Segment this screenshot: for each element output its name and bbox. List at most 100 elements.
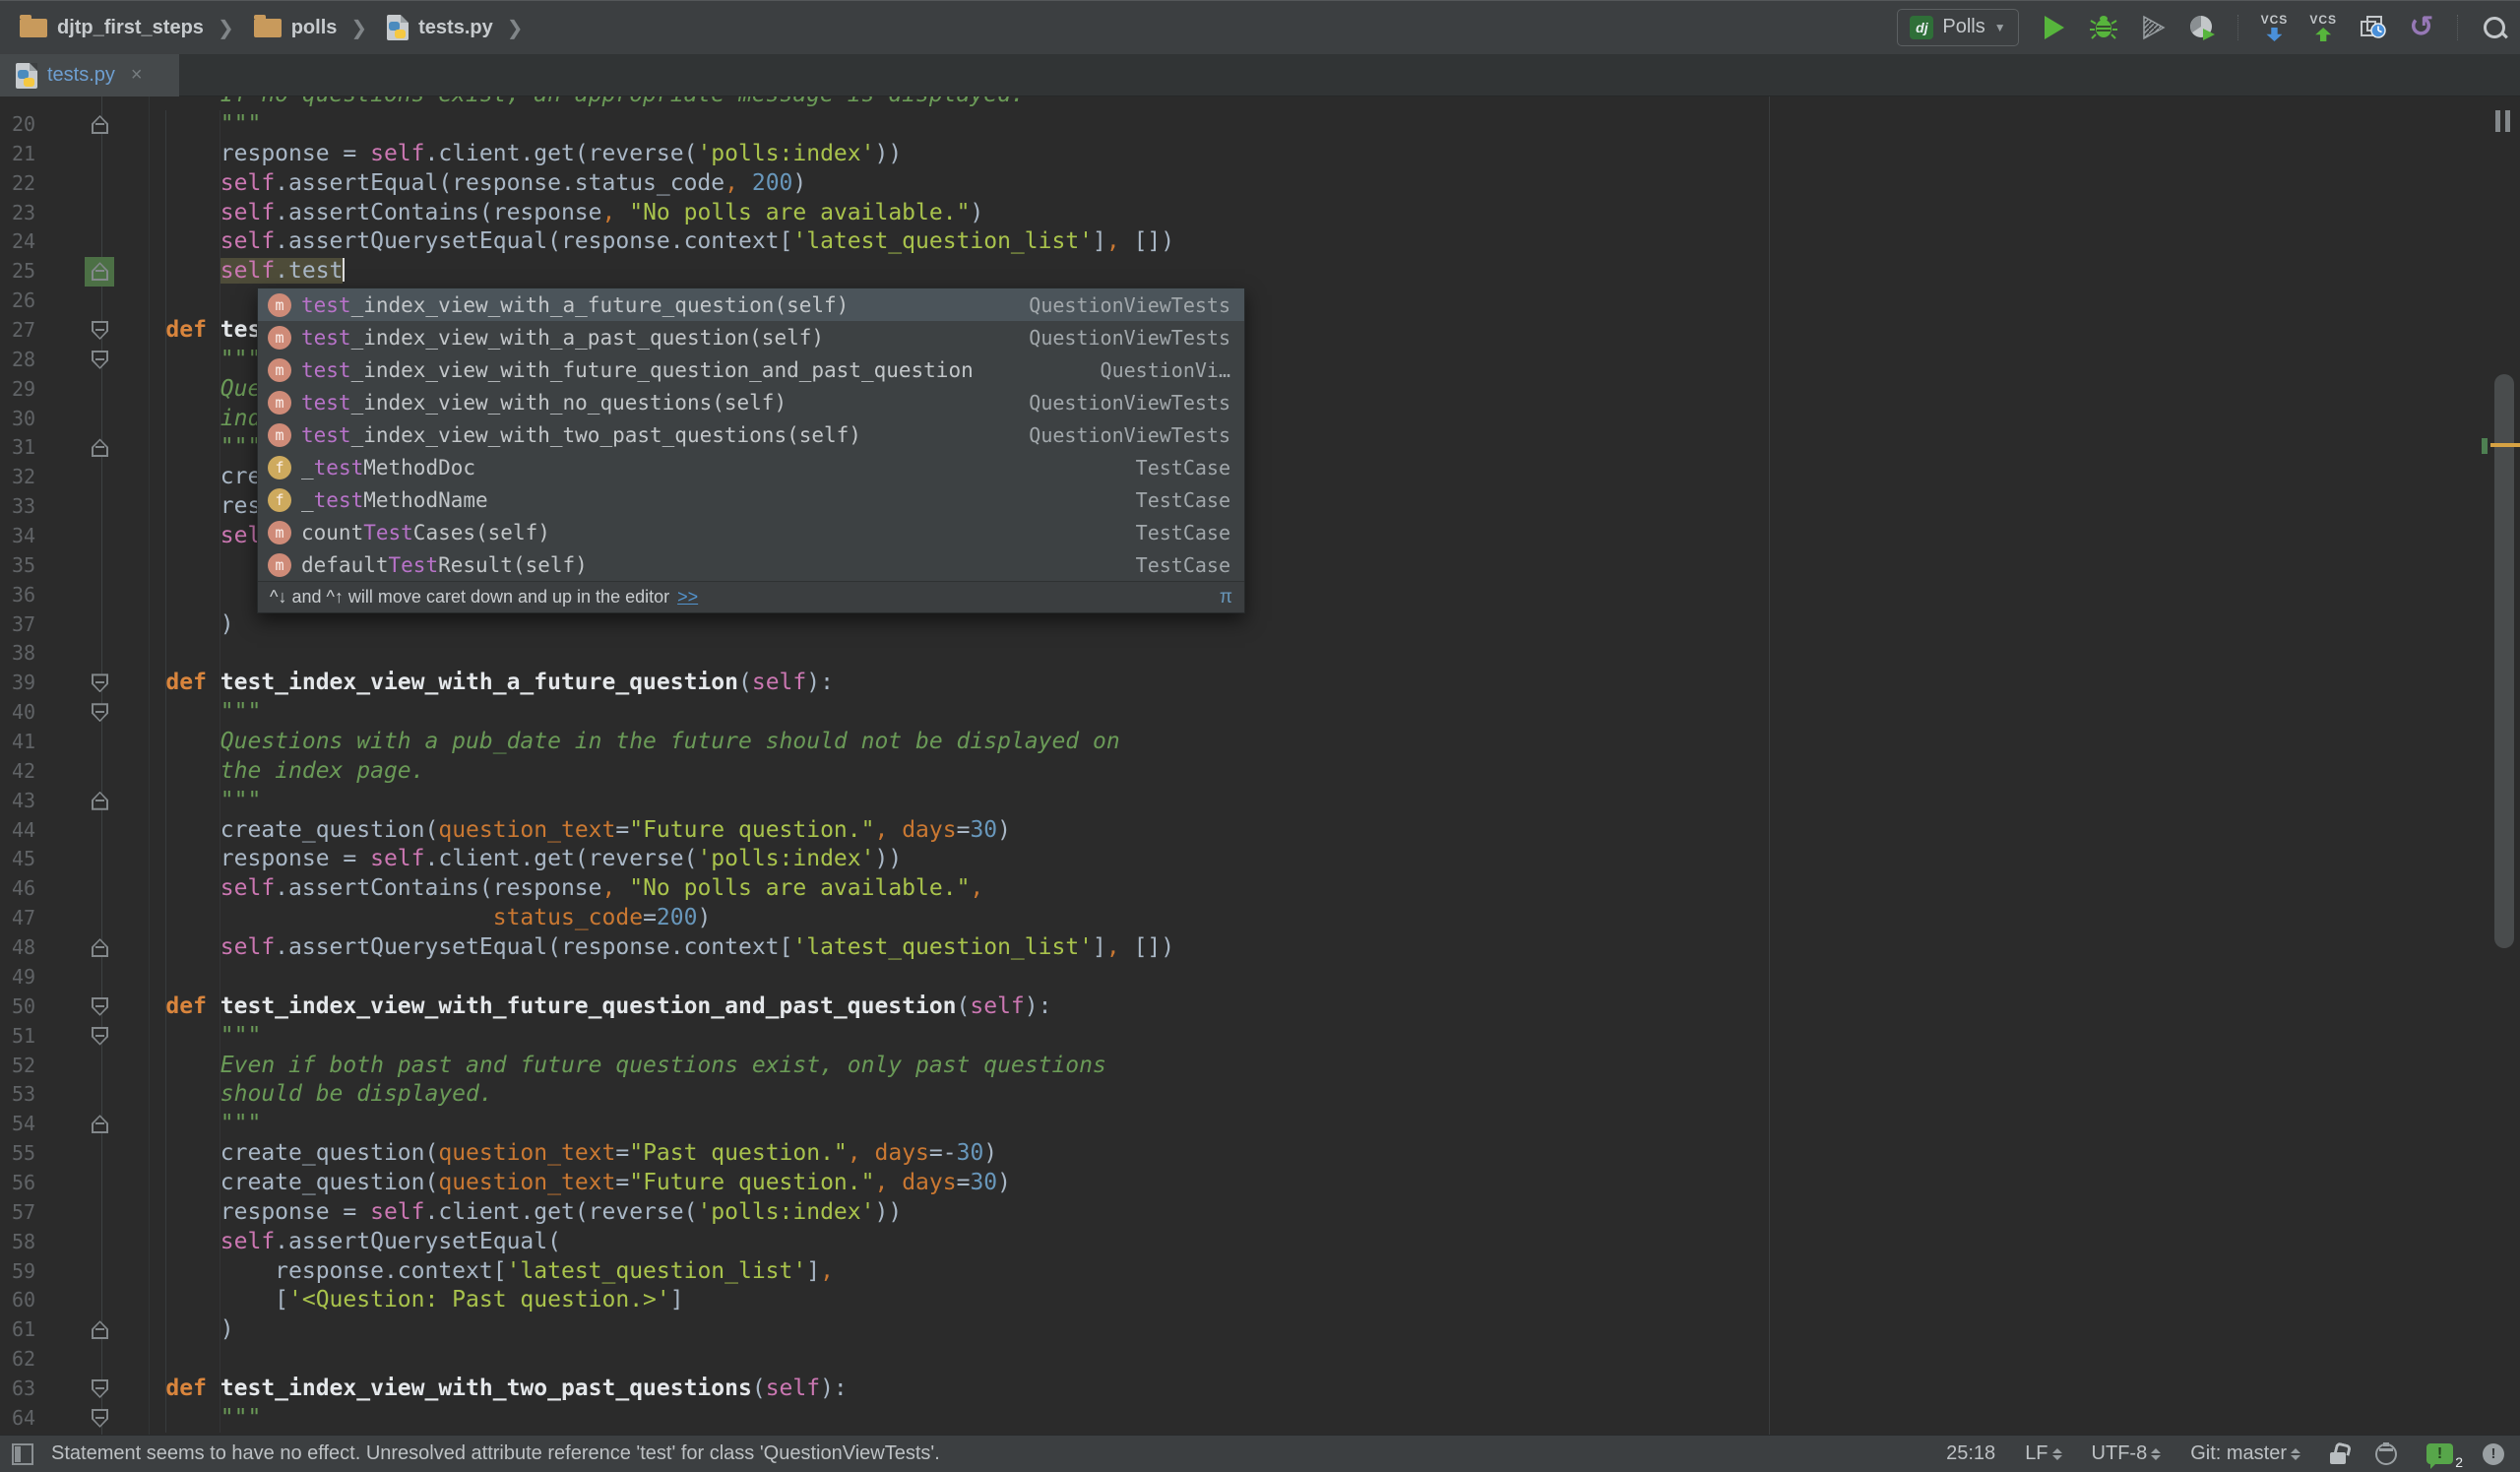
line-number[interactable]: 41 [12,728,35,757]
code-line[interactable]: 46 self.assertContains(response, "No pol… [0,874,2520,904]
code-line[interactable]: 23 self.assertContains(response, "No pol… [0,199,2520,228]
code-line[interactable]: 57 response = self.client.get(reverse('p… [0,1198,2520,1228]
profiler-button[interactable] [2188,14,2216,41]
completion-item[interactable]: m test_index_view_with_a_future_question(… [258,288,1244,321]
line-number[interactable]: 60 [12,1286,35,1315]
code-line[interactable]: 64 """ [0,1404,2520,1434]
code-line[interactable]: 49 [0,963,2520,992]
completion-item[interactable]: m countTestCases(self) TestCase [258,516,1244,548]
code-line[interactable]: 58 self.assertQuerysetEqual( [0,1228,2520,1257]
fold-start-icon[interactable] [92,703,108,723]
line-number[interactable]: 64 [12,1404,35,1434]
highlighting-level-icon[interactable] [2375,1441,2397,1465]
fold-end-icon[interactable] [92,938,108,958]
line-number[interactable]: 22 [12,169,35,199]
breadcrumb-item-project[interactable]: djtp_first_steps ❯ [20,14,234,40]
line-number[interactable]: 43 [12,787,35,816]
line-number[interactable]: 27 [12,316,35,346]
fold-start-icon[interactable] [92,321,108,341]
fold-end-icon[interactable] [92,438,108,458]
line-number[interactable]: 32 [12,463,35,492]
line-number[interactable]: 57 [12,1198,35,1228]
fold-end-icon[interactable] [92,262,108,282]
code-line[interactable]: 22 self.assertEqual(response.status_code… [0,169,2520,199]
line-number[interactable]: 30 [12,405,35,434]
line-number[interactable]: 62 [12,1345,35,1375]
code-line[interactable]: 60 ['<Question: Past question.>'] [0,1286,2520,1315]
readonly-lock-icon[interactable] [2330,1451,2346,1464]
code-line[interactable]: 61 ) [0,1315,2520,1345]
code-line[interactable]: 37 ) [0,610,2520,640]
line-number[interactable]: 31 [12,433,35,463]
encoding-widget[interactable]: UTF-8 [2092,1442,2162,1465]
code-line[interactable]: 54 """ [0,1110,2520,1139]
code-line[interactable]: 42 the index page. [0,757,2520,787]
code-line[interactable]: 50 def test_index_view_with_future_quest… [0,992,2520,1022]
code-editor[interactable]: If no questions exist, an appropriate me… [0,96,2520,1435]
tool-window-toggle-icon[interactable] [12,1442,33,1465]
line-number[interactable]: 28 [12,346,35,375]
line-number[interactable]: 63 [12,1375,35,1404]
line-separator-widget[interactable]: LF [2025,1442,2062,1465]
line-number[interactable]: 26 [12,287,35,316]
code-line[interactable]: 51 """ [0,1022,2520,1052]
line-number[interactable]: 48 [12,933,35,963]
code-line[interactable]: 44 create_question(question_text="Future… [0,816,2520,846]
close-icon[interactable]: × [131,64,143,87]
line-number[interactable]: 34 [12,522,35,551]
debug-button[interactable] [2089,14,2117,41]
line-number[interactable]: 45 [12,845,35,874]
tab-tests-py[interactable]: tests.py × [0,54,179,96]
vcs-commit-button[interactable]: VCS [2309,13,2337,41]
git-branch-widget[interactable]: Git: master [2190,1442,2300,1465]
fold-start-icon[interactable] [92,1378,108,1398]
line-number[interactable]: 33 [12,492,35,522]
line-number[interactable]: 20 [12,110,35,140]
line-number[interactable]: 47 [12,904,35,933]
line-number[interactable]: 56 [12,1169,35,1198]
line-number[interactable]: 46 [12,874,35,904]
caret-position-widget[interactable]: 25:18 [1946,1442,1995,1465]
completion-item[interactable]: m test_index_view_with_two_past_questions… [258,418,1244,451]
code-line[interactable]: 48 self.assertQuerysetEqual(response.con… [0,933,2520,963]
line-number[interactable]: 44 [12,816,35,846]
line-number[interactable]: 24 [12,227,35,257]
fold-end-icon[interactable] [92,115,108,134]
line-number[interactable]: 49 [12,963,35,992]
line-number[interactable]: 52 [12,1052,35,1081]
scrollbar-thumb[interactable] [2494,374,2514,948]
fold-end-icon[interactable] [92,1115,108,1134]
line-number[interactable]: 58 [12,1228,35,1257]
breadcrumb-item-file[interactable]: tests.py ❯ [387,15,524,40]
line-number[interactable]: 53 [12,1080,35,1110]
event-log-icon[interactable]: ! [2483,1442,2504,1465]
code-line[interactable]: 24 self.assertQuerysetEqual(response.con… [0,227,2520,257]
code-line[interactable]: 45 response = self.client.get(reverse('p… [0,845,2520,874]
fold-end-icon[interactable] [92,1320,108,1340]
fold-start-icon[interactable] [92,996,108,1016]
fold-start-icon[interactable] [92,1408,108,1428]
code-line[interactable]: 62 [0,1345,2520,1375]
line-number[interactable]: 40 [12,698,35,728]
code-line[interactable]: 43 """ [0,787,2520,816]
code-line[interactable]: 47 status_code=200) [0,904,2520,933]
line-number[interactable]: 25 [12,257,35,287]
code-line[interactable]: 53 should be displayed. [0,1080,2520,1110]
code-line[interactable]: 59 response.context['latest_question_lis… [0,1257,2520,1287]
completion-item[interactable]: f _testMethodDoc TestCase [258,451,1244,483]
code-line[interactable]: 38 [0,639,2520,669]
line-number[interactable]: 38 [12,639,35,669]
line-number[interactable]: 59 [12,1257,35,1287]
line-number[interactable]: 36 [12,581,35,610]
code-line[interactable]: 39 def test_index_view_with_a_future_que… [0,669,2520,698]
fold-start-icon[interactable] [92,350,108,369]
run-with-coverage-button[interactable] [2139,14,2167,41]
code-line[interactable]: 20 """ [0,110,2520,140]
code-line[interactable]: 25 self.test [0,257,2520,288]
line-number[interactable]: 23 [12,199,35,228]
vcs-update-button[interactable]: VCS [2261,13,2289,41]
caret-stripe-mark[interactable] [2490,443,2520,447]
completion-item[interactable]: m test_index_view_with_future_question_an… [258,353,1244,386]
line-number[interactable]: 61 [12,1315,35,1345]
completion-item[interactable]: m defaultTestResult(self) TestCase [258,548,1244,581]
